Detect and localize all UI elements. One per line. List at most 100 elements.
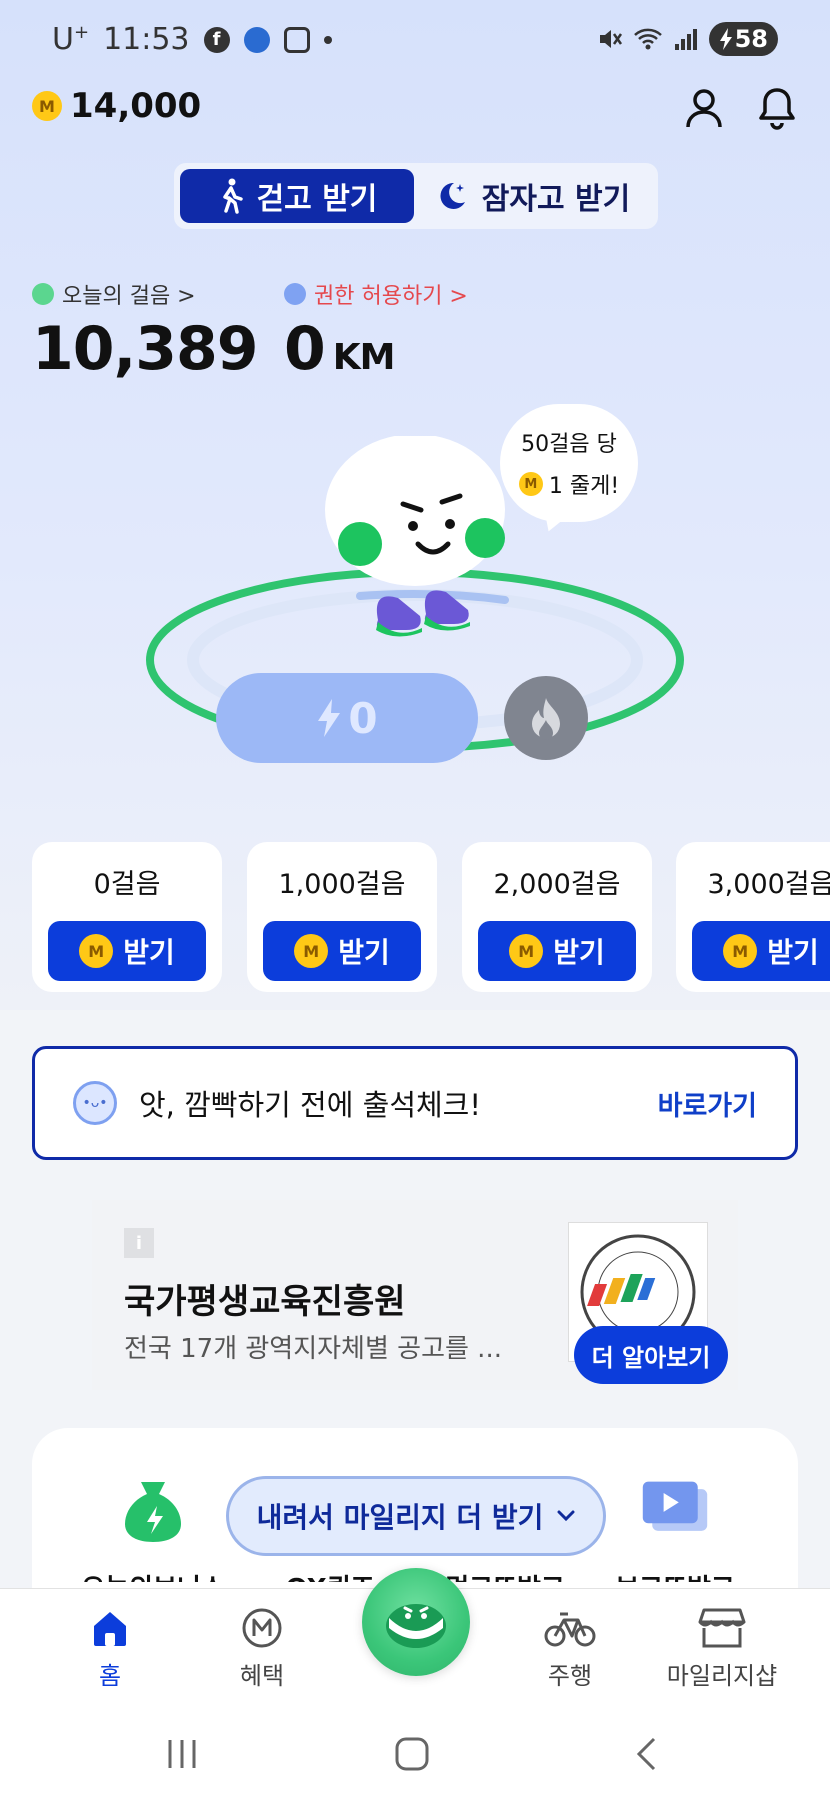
wifi-icon [633,28,662,50]
service-label: 오늘의보너스 [81,1568,225,1582]
carrier: U+ [52,22,90,57]
milestone-card: 0걸음 M 받기 [32,842,222,992]
distance-dot [284,283,306,305]
nav-label: 주행 [547,1662,593,1690]
service-watch-earn[interactable]: 보고또받고 [590,1474,760,1582]
nav-home[interactable]: 홈 [40,1606,180,1691]
nav-label: 혜택 [239,1662,285,1690]
attendance-stamp-icon: •ᴗ• [73,1081,117,1125]
energy-collect-button[interactable]: 0 [216,673,478,763]
milestone-label: 1,000걸음 [278,869,406,900]
shop-icon [698,1608,746,1648]
permission-label: 권한 허용하기 > [314,284,468,309]
milestone-label: 0걸음 [93,869,161,900]
ad-description: 전국 17개 광역지자체별 공고를 ... [124,1334,502,1364]
tab-label: 걷고 받기 [256,182,378,217]
nav-mileage-shop[interactable]: 마일리지샵 [652,1606,792,1691]
points-value: 14,000 [70,86,202,126]
boost-button[interactable] [504,676,588,760]
profile-button[interactable] [678,82,730,134]
permission-link[interactable]: 권한 허용하기 > [284,278,468,310]
back-button[interactable] [616,1726,676,1782]
points-balance[interactable]: M 14,000 [32,86,201,126]
recent-apps-button[interactable] [152,1726,212,1782]
charging-icon [719,28,732,50]
service-label: 보고또받고 [615,1568,735,1582]
bell-icon [759,88,795,130]
energy-value: 0 [348,693,378,743]
service-label: 먹고또받고 [445,1568,565,1582]
home-icon [94,1612,126,1646]
mascot-face-icon [386,1604,446,1648]
tab-sleep-earn[interactable]: 잠자고 받기 [414,169,652,223]
service-label: OX퀴즈 [285,1568,374,1582]
mileage-coin-icon: M [518,472,543,496]
steps-dot [32,283,54,305]
status-left: U+ 11:53 f [52,22,332,57]
walking-person-icon [222,178,243,214]
claim-button[interactable]: M 받기 [692,921,830,981]
claim-button[interactable]: M 받기 [263,921,421,981]
mileage-coin-icon: M [294,934,329,968]
today-steps-value: 10,389 [32,314,259,384]
user-icon [686,89,722,128]
lightning-icon [318,699,341,737]
distance-value: 0 [284,314,326,384]
battery-indicator: 58 [708,22,778,56]
mute-icon [599,30,622,48]
nav-benefits[interactable]: 혜택 [192,1606,332,1691]
milestone-label: 2,000걸음 [493,869,621,900]
mileage-icon [242,1608,282,1648]
back-arrow-icon [636,1737,656,1771]
app-notification-icon [243,26,270,53]
home-square-icon [395,1737,429,1771]
mileage-coin-icon: M [509,934,544,968]
today-steps-label: 오늘의 걸음 > [62,284,196,309]
today-steps-link[interactable]: 오늘의 걸음 > [32,278,196,310]
bubble-line2: M 1 줄게! [518,468,620,500]
notifications-button[interactable] [751,82,803,134]
claim-label: 받기 [553,936,605,969]
more-pill-label: 내려서 마일리지 더 받기 [256,1501,544,1534]
mileage-coin-icon: M [32,91,62,121]
service-daily-bonus[interactable]: 오늘의보너스 [68,1474,238,1582]
ad-learn-more-button[interactable]: 더 알아보기 [574,1326,728,1384]
nav-center-mascot-button[interactable] [362,1568,470,1676]
chevron-down-icon [557,1510,575,1522]
screenshot-icon [283,26,310,53]
attendance-banner[interactable]: •ᴗ• 앗, 깜빡하기 전에 출석체크! 바로가기 [32,1046,798,1160]
moon-icon [440,182,465,209]
mascot-character[interactable] [320,436,510,666]
attendance-go-link[interactable]: 바로가기 [658,1084,757,1123]
signal-icon [674,29,697,50]
claim-label: 받기 [767,936,819,969]
claim-label: 받기 [338,936,390,969]
more-notifications-icon [323,35,332,44]
bubble-line1: 50걸음 당 [521,432,617,457]
bubble-reward-text: 1 줄게! [548,474,620,499]
recent-apps-icon [168,1740,196,1768]
mileage-coin-icon: M [723,934,758,968]
money-pouch-icon [117,1474,189,1546]
bicycle-icon [544,1612,596,1647]
distance-unit: KM [332,337,396,378]
milestone-label: 3,000걸음 [707,869,830,900]
claim-button[interactable]: M 받기 [478,921,636,981]
nav-label: 마일리지샵 [666,1662,778,1690]
claim-button[interactable]: M 받기 [48,921,206,981]
milestone-clip: 3,000걸음 M 받기 [676,842,830,992]
tab-walk-earn[interactable]: 걷고 받기 [180,169,414,223]
scroll-more-pill[interactable]: 내려서 마일리지 더 받기 [226,1476,606,1556]
mileage-coin-icon: M [79,934,114,968]
video-play-icon [639,1474,711,1546]
mode-toggle: 걷고 받기 잠자고 받기 [174,163,658,229]
ad-info-icon[interactable]: i [124,1228,154,1258]
speech-bubble: 50걸음 당 M 1 줄게! [500,404,638,522]
distance-display: 0 KM [284,314,396,384]
clock: 11:53 [103,22,190,57]
flame-icon [532,698,560,740]
status-right: 58 [597,22,778,56]
nav-ride[interactable]: 주행 [500,1606,640,1691]
home-system-button[interactable] [382,1726,442,1782]
ad-title: 국가평생교육진흥원 [124,1282,406,1322]
